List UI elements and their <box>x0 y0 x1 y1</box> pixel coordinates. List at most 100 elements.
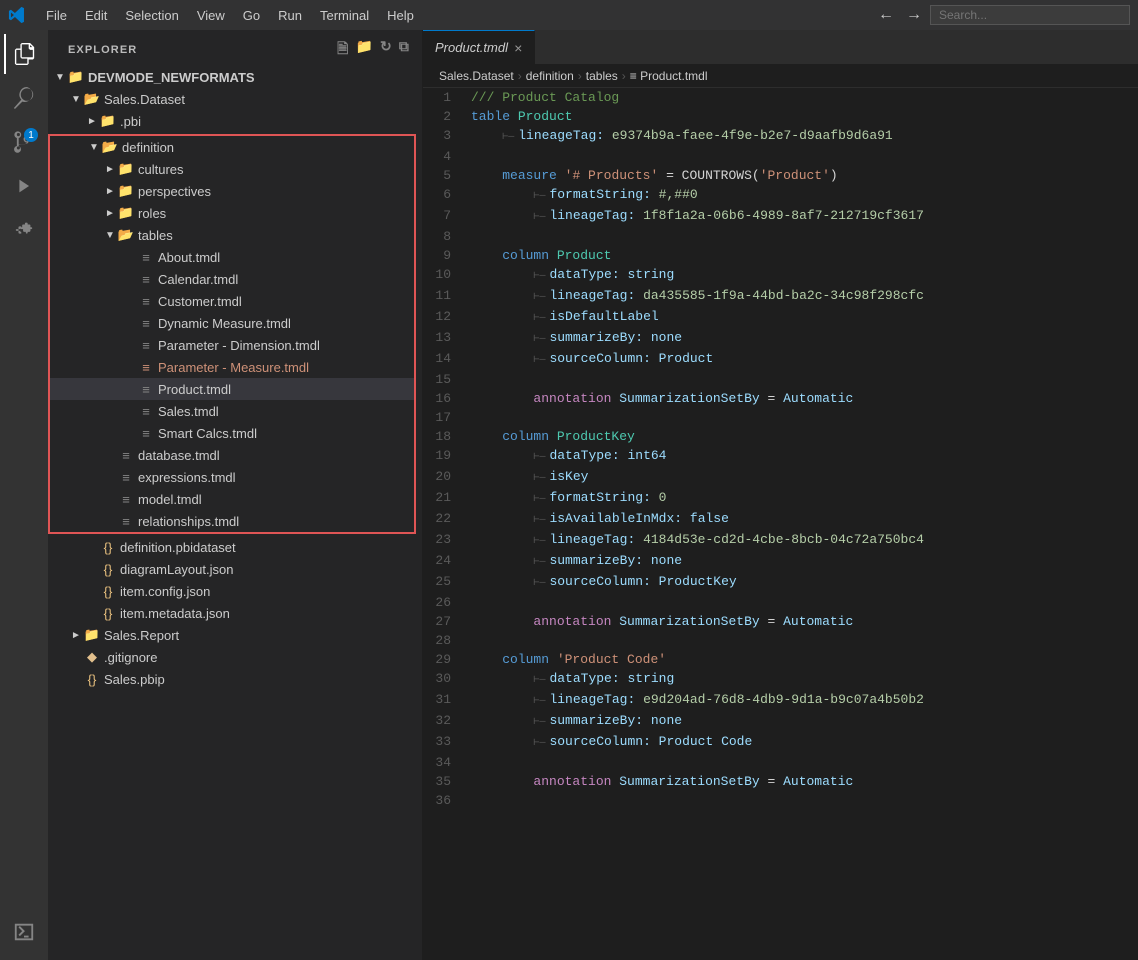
sidebar-item-pbi[interactable]: ► 📁 .pbi <box>48 110 422 132</box>
activity-source-control[interactable]: 1 <box>4 122 44 162</box>
dynamic-measure-tmdl-label: Dynamic Measure.tmdl <box>154 316 291 331</box>
tab-product-tmdl[interactable]: Product.tmdl × <box>423 30 535 64</box>
sidebar-item-perspectives[interactable]: ► 📁 perspectives <box>50 180 414 202</box>
param-measure-tmdl-label: Parameter - Measure.tmdl <box>154 360 309 375</box>
menu-view[interactable]: View <box>189 6 233 25</box>
sidebar-item-relationships-tmdl[interactable]: ≡ relationships.tmdl <box>50 510 414 532</box>
breadcrumb-part-2[interactable]: definition <box>526 69 574 83</box>
folder-icon-tables: 📂 <box>118 227 134 243</box>
code-line-20: 20 ⊢—isKey <box>423 467 1138 488</box>
sidebar-item-definition[interactable]: ▼ 📂 definition <box>50 136 414 158</box>
sidebar-item-model-tmdl[interactable]: ≡ model.tmdl <box>50 488 414 510</box>
code-line-2: 2 table Product <box>423 107 1138 126</box>
no-arrow10 <box>102 447 118 463</box>
sidebar-item-customer-tmdl[interactable]: ≡ Customer.tmdl <box>50 290 414 312</box>
menu-edit[interactable]: Edit <box>77 6 115 25</box>
folder-icon-perspectives: 📁 <box>118 183 134 199</box>
folder-icon: 📁 <box>68 69 84 85</box>
activity-extensions[interactable] <box>4 210 44 250</box>
param-dim-tmdl-label: Parameter - Dimension.tmdl <box>154 338 320 353</box>
sidebar-item-gitignore[interactable]: ◆ .gitignore <box>48 646 422 668</box>
refresh-icon[interactable]: ↻ <box>380 38 393 62</box>
code-line-27: 27 annotation SummarizationSetBy = Autom… <box>423 612 1138 631</box>
tabs-bar: Product.tmdl × <box>423 30 1138 65</box>
sales-dataset-arrow: ▼ <box>68 91 84 107</box>
roles-arrow: ► <box>102 205 118 221</box>
sidebar-item-sales-dataset[interactable]: ▼ 📂 Sales.Dataset <box>48 88 422 110</box>
no-arrow8 <box>122 403 138 419</box>
folder-open-icon: 📂 <box>84 91 100 107</box>
code-line-26: 26 <box>423 593 1138 612</box>
code-editor[interactable]: 1 /// Product Catalog 2 table Product 3 … <box>423 88 1138 960</box>
no-arrow7 <box>122 381 138 397</box>
no-arrow13 <box>102 513 118 529</box>
about-tmdl-label: About.tmdl <box>154 250 220 265</box>
sidebar-item-sales-report[interactable]: ► 📁 Sales.Report <box>48 624 422 646</box>
no-arrow3 <box>122 293 138 309</box>
new-folder-icon[interactable]: 📁 <box>356 38 375 62</box>
code-line-22: 22 ⊢—isAvailableInMdx: false <box>423 509 1138 530</box>
sidebar-item-calendar-tmdl[interactable]: ≡ Calendar.tmdl <box>50 268 414 290</box>
activity-run[interactable] <box>4 166 44 206</box>
code-line-13: 13 ⊢—summarizeBy: none <box>423 328 1138 349</box>
breadcrumb-part-3[interactable]: tables <box>586 69 618 83</box>
sidebar-item-param-dim-tmdl[interactable]: ≡ Parameter - Dimension.tmdl <box>50 334 414 356</box>
code-line-1: 1 /// Product Catalog <box>423 88 1138 107</box>
code-line-32: 32 ⊢—summarizeBy: none <box>423 711 1138 732</box>
sidebar-item-diagram-layout[interactable]: {} diagramLayout.json <box>48 558 422 580</box>
sidebar-item-database-tmdl[interactable]: ≡ database.tmdl <box>50 444 414 466</box>
sidebar: EXPLORER 🗎 📁 ↻ ⧉ ▼ 📁 DEVMODE_NEWFORMATS … <box>48 30 423 960</box>
code-line-31: 31 ⊢—lineageTag: e9d204ad-76d8-4db9-9d1a… <box>423 690 1138 711</box>
menu-run[interactable]: Run <box>270 6 310 25</box>
sidebar-item-smart-calcs-tmdl[interactable]: ≡ Smart Calcs.tmdl <box>50 422 414 444</box>
tab-close-button[interactable]: × <box>514 40 522 56</box>
tmdl-sales-icon: ≡ <box>138 403 154 419</box>
sidebar-item-dynamic-measure-tmdl[interactable]: ≡ Dynamic Measure.tmdl <box>50 312 414 334</box>
activity-terminal[interactable] <box>4 912 44 952</box>
sidebar-item-tables[interactable]: ▼ 📂 tables <box>50 224 414 246</box>
no-arrow <box>122 249 138 265</box>
sidebar-item-item-metadata[interactable]: {} item.metadata.json <box>48 602 422 624</box>
sidebar-item-sales-pbip[interactable]: {} Sales.pbip <box>48 668 422 690</box>
menu-help[interactable]: Help <box>379 6 422 25</box>
forward-button[interactable]: → <box>902 6 926 24</box>
tmdl-param-measure-icon: ≡ <box>138 359 154 375</box>
code-line-29: 29 column 'Product Code' <box>423 650 1138 669</box>
breadcrumb-sep-1: › <box>518 69 522 83</box>
code-line-25: 25 ⊢—sourceColumn: ProductKey <box>423 572 1138 593</box>
sidebar-item-definition-pbidataset[interactable]: {} definition.pbidataset <box>48 536 422 558</box>
sidebar-item-item-config[interactable]: {} item.config.json <box>48 580 422 602</box>
sidebar-header: EXPLORER 🗎 📁 ↻ ⧉ <box>48 30 422 66</box>
sidebar-item-product-tmdl[interactable]: ≡ Product.tmdl <box>50 378 414 400</box>
tmdl-customer-icon: ≡ <box>138 293 154 309</box>
expressions-tmdl-label: expressions.tmdl <box>134 470 236 485</box>
sidebar-item-sales-tmdl[interactable]: ≡ Sales.tmdl <box>50 400 414 422</box>
breadcrumb-part-1[interactable]: Sales.Dataset <box>439 69 514 83</box>
editor-area: Product.tmdl × Sales.Dataset › definitio… <box>423 30 1138 960</box>
search-input[interactable] <box>930 5 1130 25</box>
collapse-icon[interactable]: ⧉ <box>399 38 410 62</box>
sidebar-item-cultures[interactable]: ► 📁 cultures <box>50 158 414 180</box>
sidebar-item-roles[interactable]: ► 📁 roles <box>50 202 414 224</box>
menu-terminal[interactable]: Terminal <box>312 6 377 25</box>
menu-go[interactable]: Go <box>235 6 268 25</box>
no-arrow5 <box>122 337 138 353</box>
menu-file[interactable]: File <box>38 6 75 25</box>
root-arrow: ▼ <box>52 69 68 85</box>
sidebar-item-param-measure-tmdl[interactable]: ≡ Parameter - Measure.tmdl <box>50 356 414 378</box>
no-arrowF <box>68 671 84 687</box>
breadcrumb: Sales.Dataset › definition › tables › ≡ … <box>423 65 1138 88</box>
back-button[interactable]: ← <box>874 6 898 24</box>
sidebar-item-about-tmdl[interactable]: ≡ About.tmdl <box>50 246 414 268</box>
definition-box: ▼ 📂 definition ► 📁 cultures ► 📁 perspect… <box>48 134 416 534</box>
sidebar-item-expressions-tmdl[interactable]: ≡ expressions.tmdl <box>50 466 414 488</box>
folder-icon-pbi: 📁 <box>100 113 116 129</box>
sidebar-root-folder[interactable]: ▼ 📁 DEVMODE_NEWFORMATS <box>48 66 422 88</box>
new-file-icon[interactable]: 🗎 <box>337 38 349 62</box>
activity-search[interactable] <box>4 78 44 118</box>
activity-explorer[interactable] <box>4 34 44 74</box>
tables-arrow: ▼ <box>102 227 118 243</box>
main-layout: 1 EXPLORER 🗎 📁 ↻ ⧉ ▼ 📁 DE <box>0 30 1138 960</box>
roles-label: roles <box>134 206 166 221</box>
menu-selection[interactable]: Selection <box>117 6 186 25</box>
